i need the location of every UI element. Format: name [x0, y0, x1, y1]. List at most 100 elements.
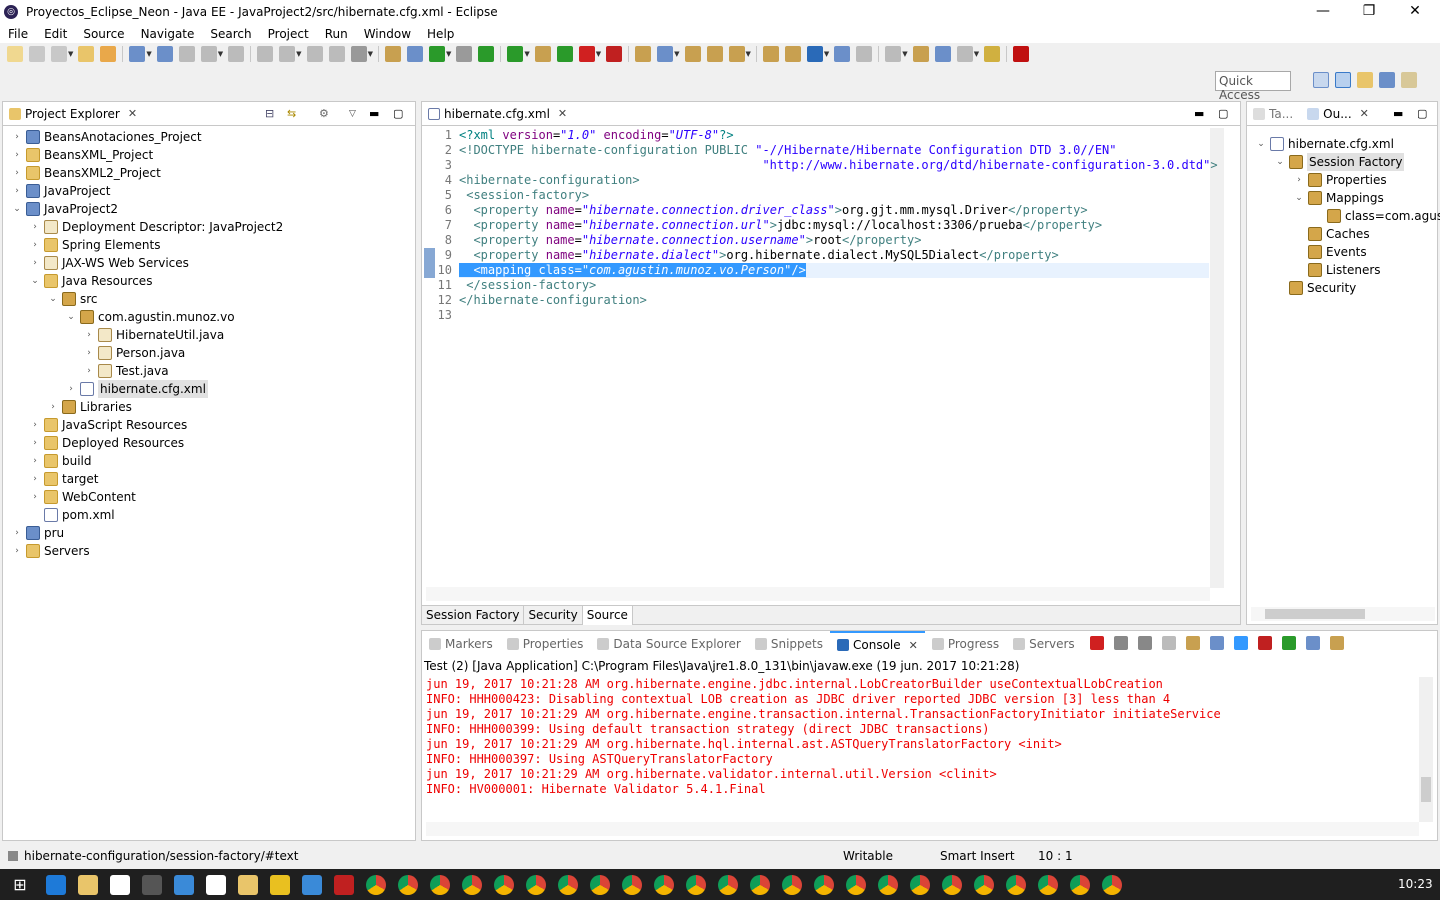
tab-properties[interactable]: Properties — [500, 631, 591, 657]
java-perspective-icon[interactable] — [1357, 72, 1373, 88]
tree-item[interactable]: › BeansAnotaciones_Project — [11, 128, 202, 146]
console-toolbar-icon-10[interactable] — [1330, 636, 1344, 650]
tab-markers[interactable]: Markers — [422, 631, 500, 657]
toolbar-icon-27[interactable] — [684, 46, 701, 62]
expand-arrow-icon[interactable]: ⌄ — [47, 290, 59, 308]
menu-edit[interactable]: Edit — [36, 27, 75, 41]
tree-item[interactable]: › target — [29, 470, 99, 488]
toolbar-icon-19[interactable] — [478, 46, 495, 62]
toolbar-icon-30[interactable] — [762, 46, 779, 62]
chrome-icon[interactable] — [622, 874, 642, 895]
toolbar-icon-10[interactable] — [257, 46, 274, 62]
toolbar-icon-32[interactable] — [806, 46, 823, 62]
status-insert-mode[interactable]: Smart Insert — [940, 849, 1015, 863]
chrome-icon[interactable] — [1038, 874, 1058, 895]
taskbar-app-icon-1[interactable] — [78, 874, 98, 895]
tab-snippets[interactable]: Snippets — [748, 631, 830, 657]
tree-item[interactable]: › HibernateUtil.java — [83, 326, 224, 344]
expand-arrow-icon[interactable]: › — [83, 326, 95, 344]
collapse-all-icon[interactable]: ⊟ — [265, 107, 274, 120]
toolbar-icon-16[interactable] — [406, 46, 423, 62]
toolbar-icon-29[interactable] — [728, 46, 745, 62]
console-toolbar-icon-7[interactable] — [1258, 636, 1272, 650]
chrome-icon[interactable] — [430, 874, 450, 895]
toolbar-icon-31[interactable] — [784, 46, 801, 62]
dropdown-arrow-icon[interactable]: ▼ — [218, 50, 223, 58]
tree-item[interactable]: › Properties — [1293, 171, 1387, 189]
console-toolbar-icon-1[interactable] — [1114, 636, 1128, 650]
tree-item[interactable]: › BeansXML2_Project — [11, 164, 161, 182]
dropdown-arrow-icon[interactable]: ▼ — [446, 50, 451, 58]
menu-run[interactable]: Run — [317, 27, 356, 41]
tree-item[interactable]: › Person.java — [83, 344, 185, 362]
dropdown-arrow-icon[interactable]: ▼ — [902, 50, 907, 58]
view-menu-icon[interactable]: ▽ — [349, 109, 356, 119]
filter-icon[interactable]: ⚙ — [319, 107, 329, 120]
toolbar-icon-24[interactable] — [606, 46, 623, 62]
toolbar-icon-5[interactable] — [129, 46, 146, 62]
close-window-button[interactable]: ✕ — [1392, 0, 1438, 24]
tab-session-factory[interactable]: Session Factory — [422, 606, 525, 625]
tree-item[interactable]: ⌄ Session Factory — [1274, 153, 1405, 171]
chrome-icon[interactable] — [846, 874, 866, 895]
expand-arrow-icon[interactable]: › — [11, 128, 23, 146]
chrome-icon[interactable] — [878, 874, 898, 895]
minimize-outline-icon[interactable]: ▬ — [1393, 107, 1403, 120]
maximize-outline-icon[interactable]: ▢ — [1417, 107, 1427, 120]
chrome-icon[interactable] — [1006, 874, 1026, 895]
tab-progress[interactable]: Progress — [925, 631, 1006, 657]
menu-search[interactable]: Search — [202, 27, 259, 41]
toolbar-icon-11[interactable] — [279, 46, 296, 62]
toolbar-icon-28[interactable] — [706, 46, 723, 62]
tree-item[interactable]: › Deployment Descriptor: JavaProject2 — [29, 218, 283, 236]
console-toolbar-icon-9[interactable] — [1306, 636, 1320, 650]
expand-arrow-icon[interactable]: › — [29, 452, 41, 470]
toolbar-icon-7[interactable] — [178, 46, 195, 62]
chrome-icon[interactable] — [366, 874, 386, 895]
chrome-icon[interactable] — [782, 874, 802, 895]
expand-arrow-icon[interactable]: › — [29, 236, 41, 254]
tab-task-list[interactable]: Ta... — [1269, 107, 1293, 121]
console-toolbar-icon-6[interactable] — [1234, 636, 1248, 650]
toolbar-icon-12[interactable] — [306, 46, 323, 62]
source-text-area[interactable]: <?xml version="1.0" encoding="UTF-8"?> <!… — [459, 128, 1218, 588]
tab-outline[interactable]: Ou... — [1323, 107, 1352, 121]
expand-arrow-icon[interactable]: › — [29, 434, 41, 452]
editor-vertical-scrollbar[interactable] — [1210, 128, 1224, 588]
expand-arrow-icon[interactable]: ⌄ — [1274, 153, 1286, 171]
expand-arrow-icon[interactable]: › — [29, 218, 41, 236]
minimize-button[interactable]: — — [1300, 0, 1346, 24]
console-toolbar-icon-5[interactable] — [1210, 636, 1224, 650]
expand-arrow-icon[interactable]: › — [29, 254, 41, 272]
tree-item[interactable]: pom.xml — [29, 506, 115, 524]
chrome-icon[interactable] — [942, 874, 962, 895]
taskbar-app-icon-9[interactable] — [334, 874, 354, 895]
tab-console[interactable]: Console ✕ — [830, 631, 925, 657]
toolbar-icon-20[interactable] — [507, 46, 524, 62]
javaee-perspective-icon[interactable] — [1335, 72, 1351, 88]
tree-item[interactable]: Listeners — [1293, 261, 1381, 279]
console-toolbar-icon-8[interactable] — [1282, 636, 1296, 650]
menu-source[interactable]: Source — [75, 27, 132, 41]
toolbar-icon-13[interactable] — [328, 46, 345, 62]
scroll-thumb[interactable] — [1265, 609, 1365, 619]
toolbar-icon-9[interactable] — [228, 46, 245, 62]
expand-arrow-icon[interactable]: › — [11, 146, 23, 164]
maximize-editor-icon[interactable]: ▢ — [1218, 107, 1228, 120]
toolbar-icon-40[interactable] — [1013, 46, 1030, 62]
chrome-icon[interactable] — [398, 874, 418, 895]
expand-arrow-icon[interactable]: › — [29, 470, 41, 488]
tree-item[interactable]: › Libraries — [47, 398, 132, 416]
tree-item[interactable]: › hibernate.cfg.xml — [65, 380, 208, 398]
editor-tab[interactable]: hibernate.cfg.xml ✕ ▬ ▢ — [422, 102, 1240, 126]
toolbar-icon-36[interactable] — [912, 46, 929, 62]
chrome-icon[interactable] — [814, 874, 834, 895]
maximize-view-icon[interactable]: ▢ — [393, 107, 403, 120]
menu-window[interactable]: Window — [356, 27, 419, 41]
expand-arrow-icon[interactable]: ⌄ — [65, 308, 77, 326]
chrome-icon[interactable] — [494, 874, 514, 895]
chrome-icon[interactable] — [1102, 874, 1122, 895]
chrome-icon[interactable] — [590, 874, 610, 895]
chrome-icon[interactable] — [718, 874, 738, 895]
expand-arrow-icon[interactable]: ⌄ — [29, 272, 41, 290]
